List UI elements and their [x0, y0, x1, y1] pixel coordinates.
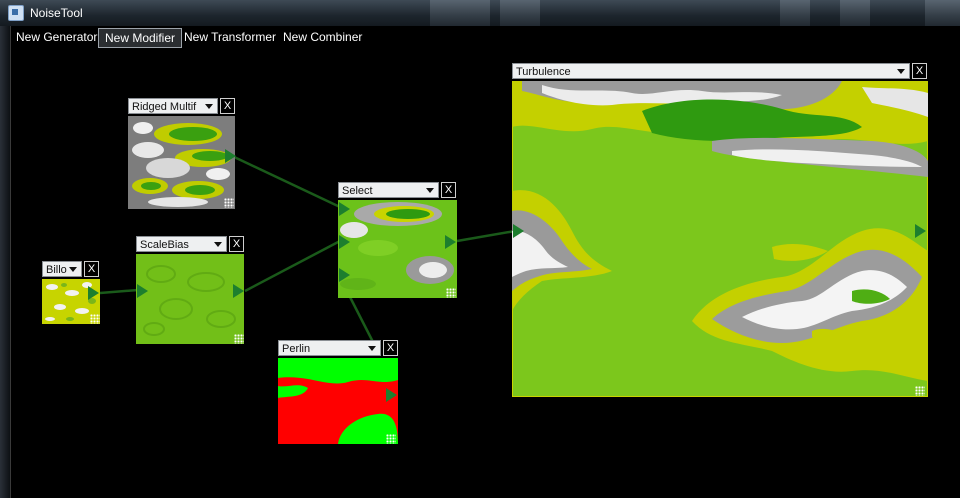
output-port[interactable]: [225, 149, 236, 163]
resize-grip[interactable]: [386, 434, 396, 444]
node-type-dropdown[interactable]: Turbulence: [512, 63, 910, 79]
wire-billow-to-scalebias: [99, 288, 139, 295]
input-port[interactable]: [513, 224, 524, 238]
node-type-dropdown[interactable]: Ridged Multif: [128, 98, 218, 114]
input-port[interactable]: [339, 202, 350, 216]
noise-preview: [512, 81, 928, 397]
dropdown-value: Select: [342, 185, 373, 197]
noise-preview: [338, 200, 457, 298]
wire-ridged-to-select: [231, 154, 341, 209]
resize-grip[interactable]: [224, 198, 234, 208]
resize-grip[interactable]: [915, 386, 925, 396]
close-button[interactable]: X: [84, 261, 99, 277]
output-port[interactable]: [233, 284, 244, 298]
node-type-dropdown[interactable]: Perlin: [278, 340, 381, 356]
chevron-down-icon: [426, 188, 434, 193]
chevron-down-icon: [205, 104, 213, 109]
resize-grip[interactable]: [234, 334, 244, 344]
close-button[interactable]: X: [912, 63, 927, 79]
node-type-dropdown[interactable]: Billo: [42, 261, 82, 277]
chevron-down-icon: [897, 69, 905, 74]
close-button[interactable]: X: [220, 98, 235, 114]
node-type-dropdown[interactable]: ScaleBias: [136, 236, 227, 252]
chevron-down-icon: [214, 242, 222, 247]
dropdown-value: Perlin: [282, 343, 311, 355]
dropdown-value: Billo: [46, 264, 67, 276]
node-select[interactable]: Select X: [338, 182, 458, 300]
output-port[interactable]: [445, 235, 456, 249]
resize-grip[interactable]: [446, 288, 456, 298]
noise-preview: [278, 358, 398, 444]
output-port[interactable]: [915, 224, 926, 238]
node-type-dropdown[interactable]: Select: [338, 182, 439, 198]
wire-select-to-turbulence: [456, 229, 516, 243]
node-billow[interactable]: Billo X: [42, 261, 102, 325]
node-scalebias[interactable]: ScaleBias X: [136, 236, 246, 346]
node-perlin[interactable]: Perlin X: [278, 340, 400, 446]
close-button[interactable]: X: [383, 340, 398, 356]
chevron-down-icon: [368, 346, 376, 351]
dropdown-value: Ridged Multif: [132, 101, 197, 113]
input-port[interactable]: [339, 268, 350, 282]
input-port[interactable]: [137, 284, 148, 298]
dropdown-value: ScaleBias: [140, 239, 189, 251]
close-button[interactable]: X: [441, 182, 456, 198]
output-port[interactable]: [386, 388, 397, 402]
close-button[interactable]: X: [229, 236, 244, 252]
node-ridged-multifractal[interactable]: Ridged Multif X: [128, 98, 236, 210]
noise-preview: [128, 116, 235, 209]
output-port[interactable]: [88, 286, 99, 300]
noise-preview: [136, 254, 244, 344]
wire-scalebias-to-select: [244, 239, 341, 293]
input-port[interactable]: [339, 235, 350, 249]
dropdown-value: Turbulence: [516, 66, 571, 78]
node-turbulence[interactable]: Turbulence X: [512, 63, 930, 399]
wire-perlin-to-select: [348, 296, 375, 343]
chevron-down-icon: [69, 267, 77, 272]
resize-grip[interactable]: [90, 314, 100, 324]
